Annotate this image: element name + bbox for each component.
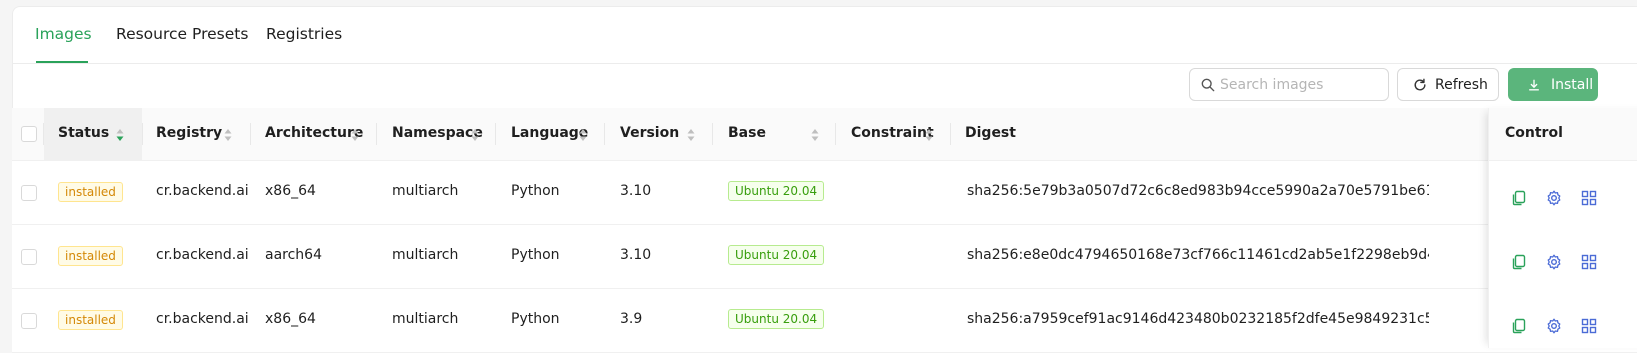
download-icon (1529, 79, 1539, 91)
column-separator (604, 123, 605, 145)
refresh-label: Refresh (1435, 77, 1488, 93)
tab-resource-presets[interactable]: Resource Presets (116, 25, 248, 43)
active-tab-indicator (36, 61, 88, 63)
registry-cell: cr.backend.ai (156, 247, 249, 263)
namespace-cell: multiarch (392, 183, 459, 199)
status-badge: installed (58, 246, 123, 266)
version-cell: 3.9 (620, 311, 643, 327)
sort-icon (351, 129, 359, 141)
digest-cell: sha256:e8e0dc4794650168e73cf766c11461cd2… (967, 247, 1429, 263)
sort-icon (224, 129, 232, 141)
architecture-cell: aarch64 (265, 247, 322, 263)
sort-icon (116, 129, 124, 141)
status-badge: installed (58, 182, 123, 202)
column-separator (43, 123, 44, 145)
copy-icon[interactable] (1511, 190, 1527, 206)
architecture-cell: x86_64 (265, 183, 316, 199)
registry-cell: cr.backend.ai (156, 183, 249, 199)
tab-registries[interactable]: Registries (266, 25, 342, 43)
namespace-cell: multiarch (392, 247, 459, 263)
tab-images[interactable]: Images (35, 25, 92, 43)
base-tag: Ubuntu 20.04 (728, 181, 825, 201)
sort-icon (687, 129, 695, 141)
search-icon (1201, 78, 1215, 92)
apps-icon[interactable] (1581, 190, 1597, 206)
language-cell: Python (511, 311, 560, 327)
col-control: Control (1489, 108, 1637, 161)
column-separator (250, 123, 251, 145)
digest-cell: sha256:5e79b3a0507d72c6c8ed983b94cce5990… (967, 183, 1429, 199)
tab-bar: Images Resource Presets Registries (13, 7, 1637, 64)
column-separator (950, 123, 951, 145)
version-cell: 3.10 (620, 247, 652, 263)
sort-icon (811, 129, 819, 141)
control-header-label: Control (1505, 125, 1563, 141)
row-checkbox[interactable] (21, 185, 37, 201)
digest-cell: sha256:a7959cef91ac9146d423480b0232185f2… (967, 311, 1429, 327)
gear-icon[interactable] (1546, 254, 1562, 270)
base-tag: Ubuntu 20.04 (728, 309, 825, 329)
language-cell: Python (511, 247, 560, 263)
registry-cell: cr.backend.ai (156, 311, 249, 327)
refresh-button[interactable]: Refresh (1397, 68, 1499, 101)
control-column: Control (1488, 108, 1637, 348)
sort-icon (471, 129, 479, 141)
table-header: Status Registry Architecture Namespace L… (12, 108, 1637, 161)
table-row[interactable]: installed cr.backend.ai aarch64 multiarc… (12, 225, 1637, 289)
table-row[interactable]: installed cr.backend.ai x86_64 multiarch… (12, 161, 1637, 225)
refresh-icon (1414, 78, 1426, 91)
sort-icon (925, 129, 933, 141)
install-label: Install (1551, 77, 1594, 93)
copy-icon[interactable] (1511, 254, 1527, 270)
search-input[interactable] (1220, 75, 1380, 95)
status-badge: installed (58, 310, 123, 330)
column-separator (142, 123, 143, 145)
column-separator (376, 123, 377, 145)
table-row[interactable]: installed cr.backend.ai x86_64 multiarch… (12, 289, 1637, 353)
base-tag: Ubuntu 20.04 (728, 245, 825, 265)
column-separator (712, 123, 713, 145)
version-cell: 3.10 (620, 183, 652, 199)
row-checkbox[interactable] (21, 249, 37, 265)
row-checkbox[interactable] (21, 313, 37, 329)
sort-icon (579, 129, 587, 141)
gear-icon[interactable] (1546, 190, 1562, 206)
search-field[interactable] (1189, 68, 1389, 101)
column-separator (495, 123, 496, 145)
install-button[interactable]: Install (1508, 68, 1598, 101)
apps-icon[interactable] (1581, 254, 1597, 270)
select-all-checkbox[interactable] (21, 126, 37, 142)
architecture-cell: x86_64 (265, 311, 316, 327)
namespace-cell: multiarch (392, 311, 459, 327)
language-cell: Python (511, 183, 560, 199)
column-separator (835, 123, 836, 145)
